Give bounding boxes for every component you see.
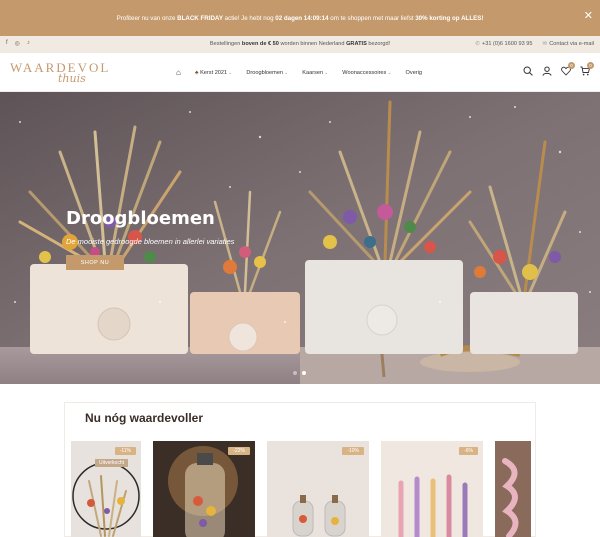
discount-badge: -22% [228, 447, 250, 455]
logo-script: thuis [58, 72, 86, 85]
product-image [267, 441, 369, 537]
product-image [153, 441, 255, 537]
header-icons: 0 0 [523, 62, 594, 76]
chevron-down-icon: ⌄ [228, 69, 233, 76]
contact-links: ✆ +31 (0)6 1600 93 95 ✉ Contact via e-mail [475, 41, 594, 47]
info-bar: f ◎ ♪ Bestellingen boven de € 50 worden … [0, 36, 600, 53]
promo-text-part: actie! Je hebt nog [222, 14, 276, 22]
product-image [381, 441, 483, 537]
product-image [71, 441, 141, 537]
tree-icon: ♣ [194, 69, 199, 76]
shop-now-button[interactable]: SHOP NU [66, 255, 124, 270]
email-label: Contact via e-mail [549, 41, 594, 47]
promo-bar: Profiteer nu van onze BLACK FRIDAY actie… [0, 0, 600, 36]
site-header: WAARDEVOL thuis ⌂ ♣ Kerst 2021⌄ Droogblo… [0, 53, 600, 92]
promo-highlight: 30% korting op ALLES! [415, 14, 484, 22]
nav-item-overig[interactable]: Overig [406, 70, 422, 76]
discount-badge: -6% [459, 447, 478, 455]
chevron-down-icon: ⌄ [324, 69, 329, 76]
product-card[interactable] [495, 441, 531, 537]
sold-out-badge: Uitverkocht [95, 459, 129, 467]
email-link[interactable]: ✉ Contact via e-mail [543, 41, 594, 47]
product-card[interactable]: -11% Uitverkocht [71, 441, 141, 537]
hero-slider: Droogbloemen De mooiste gedroogde bloeme… [0, 92, 600, 384]
main-nav: ⌂ ♣ Kerst 2021⌄ Droogbloemen⌄ Kaarsen⌄ W… [176, 68, 422, 77]
product-card[interactable]: -10% [267, 441, 369, 537]
promo-text: Profiteer nu van onze BLACK FRIDAY actie… [117, 15, 484, 22]
mail-icon: ✉ [542, 41, 548, 47]
promo-text-part: Profiteer nu van onze [116, 14, 178, 22]
shipping-threshold: boven de € 50 [241, 41, 279, 47]
nav-label: Overig [405, 69, 423, 76]
nav-label: Woonaccessoires [342, 69, 387, 76]
nav-item-kaarsen[interactable]: Kaarsen⌄ [302, 70, 328, 76]
hero-subtitle: De mooiste gedroogde bloemen in allerlei… [66, 237, 235, 246]
product-card[interactable]: -6% [381, 441, 483, 537]
phone-icon: ✆ [475, 41, 480, 47]
phone-number: +31 (0)6 1600 93 95 [481, 41, 533, 47]
shipping-text: Bestellingen [209, 41, 242, 47]
nav-label: Kerst 2021 [200, 69, 228, 76]
slider-dot-active[interactable] [302, 371, 306, 375]
wishlist-count: 0 [568, 62, 575, 69]
close-icon[interactable]: ✕ [584, 11, 593, 22]
chevron-down-icon: ⌄ [284, 69, 289, 76]
product-card[interactable]: -22% [153, 441, 255, 537]
user-icon[interactable] [542, 66, 552, 76]
logo[interactable]: WAARDEVOL thuis [10, 58, 108, 88]
hero-title: Droogbloemen [66, 208, 215, 229]
shipping-text: bezorgd! [366, 41, 391, 47]
product-section: Nu nóg waardevoller -11% Uitverkocht -22… [64, 402, 536, 537]
home-icon[interactable]: ⌂ [176, 68, 181, 77]
nav-item-droogbloemen[interactable]: Droogbloemen⌄ [246, 70, 288, 76]
product-image [495, 441, 531, 537]
promo-countdown: 02 dagen 14:09:14 [275, 14, 329, 22]
chevron-down-icon: ⌄ [387, 69, 392, 76]
search-icon[interactable] [523, 66, 533, 76]
discount-badge: -11% [114, 447, 136, 455]
shipping-free: GRATIS [346, 41, 367, 47]
nav-label: Kaarsen [302, 69, 324, 76]
section-title: Nu nóg waardevoller [85, 411, 204, 425]
slider-dots [293, 371, 306, 375]
discount-badge: -10% [342, 447, 364, 455]
nav-label: Droogbloemen [246, 69, 284, 76]
promo-text-part: om te shoppen met maar liefst [328, 14, 416, 22]
cart-count: 0 [587, 62, 594, 69]
nav-item-kerst[interactable]: ♣ Kerst 2021⌄ [195, 70, 233, 76]
shipping-text: worden binnen Nederland [278, 41, 347, 47]
wishlist-icon[interactable]: 0 [561, 62, 575, 76]
cart-icon[interactable]: 0 [580, 62, 594, 76]
nav-item-woonaccessoires[interactable]: Woonaccessoires⌄ [342, 70, 391, 76]
phone-link[interactable]: ✆ +31 (0)6 1600 93 95 [475, 41, 532, 47]
slider-dot[interactable] [293, 371, 297, 375]
promo-highlight: BLACK FRIDAY [177, 14, 223, 22]
